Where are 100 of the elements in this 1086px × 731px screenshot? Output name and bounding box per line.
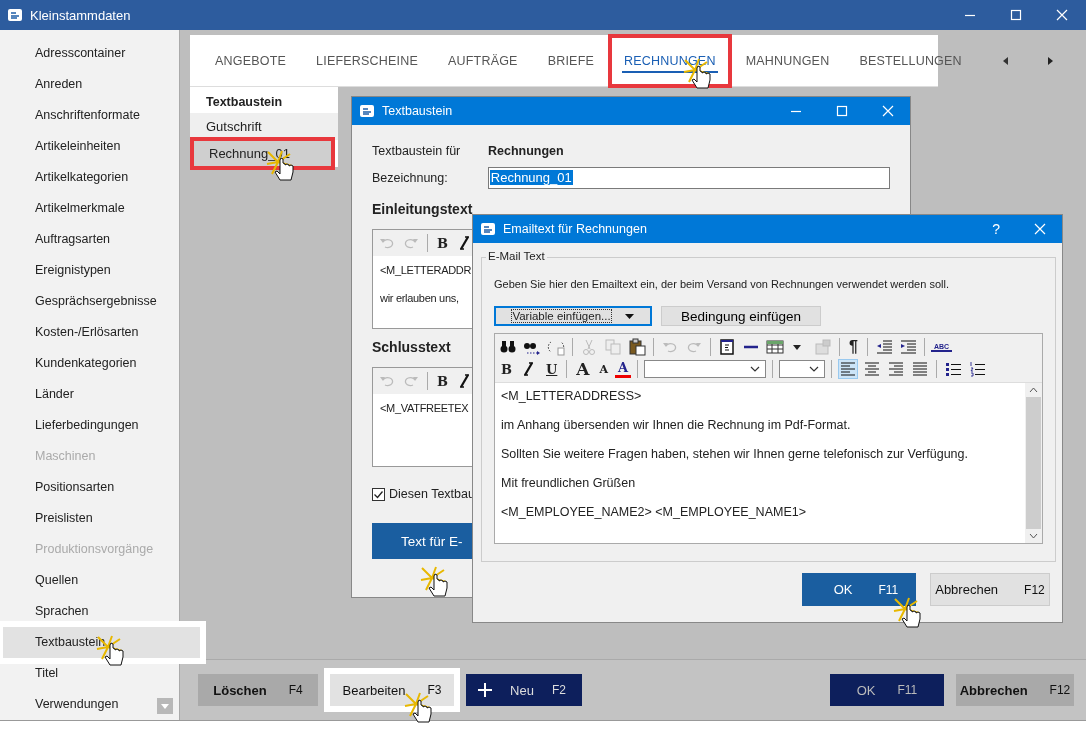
scroll-right-icon[interactable] — [1046, 56, 1054, 66]
text-line: im Anhang übersenden wir Ihnen die Rechnung im Pdf-Format. — [501, 418, 852, 432]
button[interactable]: OK F11 — [802, 573, 916, 606]
text-line: wir erlauben uns, — [380, 292, 460, 304]
text-line: <M_LETTERADDR — [380, 264, 473, 276]
table-icon[interactable] — [766, 338, 784, 356]
sidebar-item[interactable]: Titel — [0, 658, 179, 689]
align-left-icon[interactable] — [839, 360, 858, 378]
dialog-title: Emailtext für Rechnungen — [503, 222, 647, 236]
list-item[interactable]: Rechnung_01 — [193, 140, 332, 167]
checkbox[interactable] — [372, 487, 385, 501]
justify-icon[interactable] — [911, 360, 930, 378]
shortcut-label: F12 — [1024, 582, 1045, 597]
button[interactable]: Abbrechen F12 — [956, 674, 1074, 706]
tab[interactable]: ANGEBOTE — [200, 34, 302, 87]
clipboard-icon[interactable] — [628, 338, 646, 356]
app-logo-icon — [8, 9, 22, 21]
field-label: Textbaustein für — [372, 143, 462, 158]
toolbar-button[interactable]: A — [615, 360, 632, 378]
chevron-icon — [750, 366, 761, 372]
bullet-list-icon[interactable] — [944, 360, 963, 378]
button-label: Löschen — [213, 682, 267, 698]
dialog-title: Textbaustein — [382, 104, 453, 118]
field-label: Bezeichnung: — [372, 170, 449, 185]
section-heading: Einleitungstext — [372, 200, 473, 219]
sidebar-item[interactable]: Ereignistypen — [0, 255, 179, 286]
text-line: <M_VATFREETEX — [380, 402, 470, 414]
outdent-icon[interactable] — [874, 338, 893, 356]
plus-icon — [478, 683, 493, 697]
sidebar-item[interactable]: Artikelmerkmale — [0, 193, 179, 224]
sidebar-item[interactable]: Auftragsarten — [0, 224, 179, 255]
close-icon[interactable] — [1056, 9, 1068, 21]
sidebar-item[interactable]: Verwendungen — [0, 689, 179, 720]
app-logo-icon — [360, 105, 374, 117]
description-text: Geben Sie hier den Emailtext ein, der beim Versand von Rechnungen verwendet werden soll. — [494, 278, 950, 290]
sidebar-item[interactable]: Anreden — [0, 69, 179, 100]
button-label: Bearbeiten — [342, 682, 406, 698]
sidebar-item[interactable]: Positionsarten — [0, 472, 179, 503]
sidebar-item[interactable]: Kosten-/Erlösarten — [0, 317, 179, 348]
tab[interactable]: LIEFERSCHEINE — [301, 34, 433, 87]
sidebar-item[interactable]: Artikelkategorien — [0, 162, 179, 193]
button-label: Abbrechen — [959, 682, 1028, 698]
variable-dropdown[interactable]: Variable einfügen... — [494, 306, 652, 326]
sidebar-item[interactable]: Sprachen — [0, 596, 179, 627]
shortcut-label: F11 — [897, 683, 918, 697]
maximize-icon[interactable] — [1010, 9, 1022, 21]
scrollbar[interactable] — [1025, 383, 1042, 543]
sidebar-item[interactable]: Quellen — [0, 565, 179, 596]
toolbar-button[interactable]: A — [573, 359, 593, 379]
toolbar-button[interactable]: B — [434, 373, 451, 389]
sidebar-item[interactable]: Anschriftenformate — [0, 100, 179, 131]
selected-text: Rechnung_01 — [489, 170, 573, 185]
name-field[interactable]: Rechnung_01 — [487, 166, 890, 189]
scroll-up-icon[interactable] — [1029, 387, 1038, 393]
field-value: Rechnungen — [488, 143, 564, 158]
shortcut-label: F2 — [551, 683, 566, 697]
toolbar-button[interactable]: ¶ — [846, 338, 861, 356]
sidebar-item[interactable]: Kundenkategorien — [0, 348, 179, 379]
tab[interactable]: BRIEFE — [532, 34, 610, 87]
shortcut-label: F3 — [427, 683, 442, 697]
help-button[interactable]: ? — [992, 221, 1000, 237]
button[interactable]: Abbrechen F12 — [930, 573, 1050, 606]
tab[interactable]: MAHNUNGEN — [730, 34, 845, 87]
dropdown-label: Variable einfügen... — [512, 310, 611, 322]
sidebar-item[interactable]: Gesprächsergebnisse — [0, 286, 179, 317]
click-cursor-icon — [404, 692, 432, 723]
scroll-left-icon[interactable] — [1002, 56, 1010, 66]
indent-icon[interactable] — [898, 338, 917, 356]
toolbar-button[interactable]: B — [434, 235, 451, 251]
toolbar-button[interactable]: B — [498, 361, 515, 377]
shortcut-label: F11 — [878, 582, 899, 597]
align-right-icon[interactable] — [887, 360, 906, 378]
align-center-icon[interactable] — [863, 360, 882, 378]
button[interactable]: Neu F2 — [466, 674, 582, 706]
button[interactable]: Löschen F4 — [198, 674, 318, 706]
maximize-icon[interactable] — [836, 105, 848, 117]
scroll-thumb[interactable] — [1026, 397, 1041, 529]
shortcut-label: F12 — [1049, 683, 1071, 697]
scroll-down-icon[interactable] — [1029, 533, 1038, 539]
sidebar-item[interactable]: Artikeleinheiten — [0, 131, 179, 162]
app-logo-icon — [481, 223, 495, 235]
sidebar-item[interactable]: Länder — [0, 379, 179, 410]
tab[interactable]: AUFTRÄGE — [433, 34, 533, 87]
button[interactable]: Bedingung einfügen — [661, 306, 821, 326]
chevron-icon — [809, 366, 820, 372]
sidebar-item[interactable]: Preislisten — [0, 503, 179, 534]
field-icon[interactable] — [718, 338, 736, 356]
tab[interactable]: RECHNUNGEN — [609, 34, 731, 87]
button[interactable]: OK F11 — [830, 674, 944, 706]
section-heading: Schlusstext — [372, 338, 451, 357]
shortcut-label: F4 — [288, 683, 303, 697]
text-editor[interactable] — [494, 333, 1043, 544]
toolbar-button[interactable]: U — [543, 361, 561, 377]
tab[interactable]: BESTELLUNGEN — [844, 34, 977, 87]
toolbar-button[interactable]: A — [596, 362, 612, 376]
close-icon[interactable] — [882, 105, 894, 117]
sidebar-item[interactable]: Adresscontainer — [0, 38, 179, 69]
close-icon[interactable] — [1034, 223, 1046, 235]
sidebar-item[interactable]: Lieferbedingungen — [0, 410, 179, 441]
numbered-list-icon[interactable] — [968, 360, 987, 378]
